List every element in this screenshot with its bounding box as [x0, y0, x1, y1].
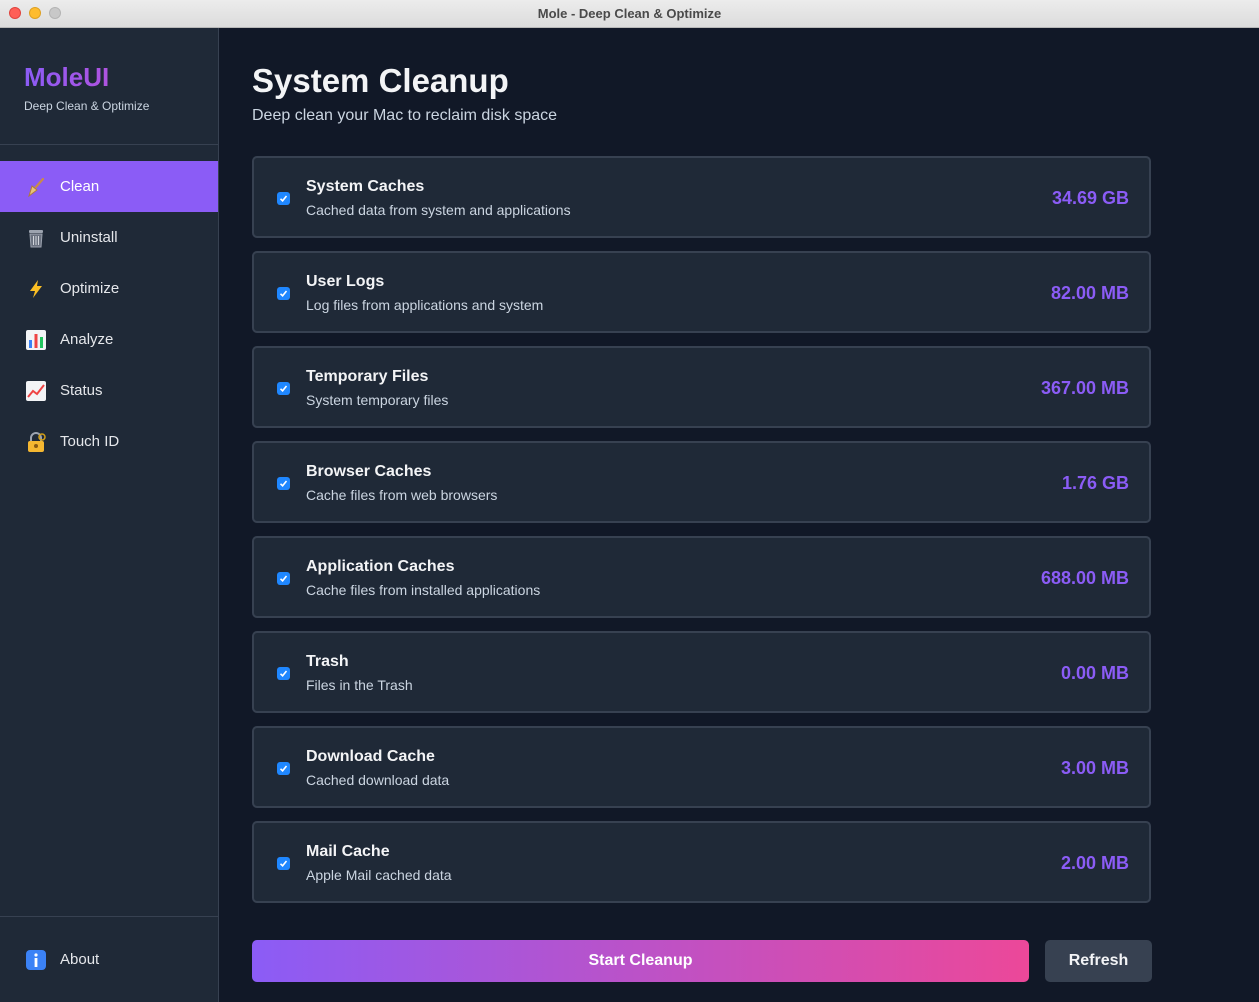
item-checkbox[interactable]	[277, 762, 290, 775]
cleanup-item[interactable]: Browser Caches Cache files from web brow…	[252, 441, 1151, 523]
sidebar-item-label: Analyze	[60, 331, 114, 348]
item-size: 0.00 MB	[1060, 663, 1129, 683]
item-title: User Logs	[306, 273, 385, 290]
cleanup-item[interactable]: Download Cache Cached download data 3.00…	[252, 726, 1151, 808]
lightning-icon	[24, 277, 48, 301]
item-description: Log files from applications and system	[306, 297, 544, 313]
item-size: 367.00 MB	[1040, 378, 1129, 398]
sidebar-item-clean[interactable]: Clean	[0, 161, 218, 212]
item-title: Trash	[306, 653, 349, 670]
line-chart-icon	[24, 379, 48, 403]
item-size: 82.00 MB	[1050, 283, 1129, 303]
item-size: 688.00 MB	[1040, 568, 1129, 588]
window-title: Mole - Deep Clean & Optimize	[537, 6, 722, 21]
item-checkbox[interactable]	[277, 667, 290, 680]
item-title: System Caches	[306, 178, 425, 195]
sidebar-item-about[interactable]: About	[0, 934, 218, 985]
item-description: Cache files from installed applications	[306, 582, 541, 598]
item-checkbox[interactable]	[277, 477, 290, 490]
item-description: Cache files from web browsers	[306, 487, 498, 503]
brand: MoleUI Deep Clean & Optimize	[24, 62, 149, 113]
sidebar-item-label: Optimize	[60, 280, 120, 297]
broom-icon	[24, 175, 48, 199]
sidebar-item-label: Status	[60, 382, 103, 399]
cleanup-item[interactable]: Mail Cache Apple Mail cached data 2.00 M…	[252, 821, 1151, 903]
cleanup-item[interactable]: User Logs Log files from applications an…	[252, 251, 1151, 333]
item-size: 3.00 MB	[1060, 758, 1129, 778]
sidebar-divider	[0, 144, 218, 145]
cleanup-item[interactable]: Application Caches Cache files from inst…	[252, 536, 1151, 618]
title-bar: Mole - Deep Clean & Optimize	[0, 0, 1259, 28]
cleanup-item[interactable]: System Caches Cached data from system an…	[252, 156, 1151, 238]
item-title: Mail Cache	[306, 843, 390, 860]
item-description: System temporary files	[306, 392, 449, 408]
item-checkbox[interactable]	[277, 192, 290, 205]
sidebar-item-optimize[interactable]: Optimize	[0, 263, 218, 314]
item-checkbox[interactable]	[277, 287, 290, 300]
sidebar-item-uninstall[interactable]: Uninstall	[0, 212, 218, 263]
lock-key-icon	[24, 430, 48, 454]
refresh-button[interactable]: Refresh	[1045, 940, 1152, 982]
item-title: Browser Caches	[306, 463, 432, 480]
item-checkbox[interactable]	[277, 382, 290, 395]
info-icon	[24, 948, 48, 972]
item-checkbox[interactable]	[277, 857, 290, 870]
sidebar-item-label: Touch ID	[60, 433, 120, 450]
start-cleanup-button[interactable]: Start Cleanup	[252, 940, 1029, 982]
sidebar-item-touch-id[interactable]: Touch ID	[0, 416, 218, 467]
app-window: Mole - Deep Clean & Optimize MoleUI Deep…	[0, 0, 1259, 1002]
cleanup-item[interactable]: Temporary Files System temporary files 3…	[252, 346, 1151, 428]
item-title: Temporary Files	[306, 368, 429, 385]
page-subtitle: Deep clean your Mac to reclaim disk spac…	[252, 107, 558, 124]
brand-subtitle: Deep Clean & Optimize	[24, 99, 150, 113]
item-size: 1.76 GB	[1061, 473, 1129, 493]
cleanup-item[interactable]: Trash Files in the Trash 0.00 MB	[252, 631, 1151, 713]
sidebar-item-label: Clean	[60, 178, 100, 195]
sidebar: MoleUI Deep Clean & Optimize Clean Unins…	[0, 28, 219, 1002]
sidebar-item-status[interactable]: Status	[0, 365, 218, 416]
item-title: Download Cache	[306, 748, 435, 765]
page-title: System Cleanup	[252, 62, 509, 99]
item-size: 2.00 MB	[1060, 853, 1129, 873]
item-description: Cached download data	[306, 772, 450, 788]
item-title: Application Caches	[306, 558, 455, 575]
sidebar-item-label: About	[60, 951, 100, 968]
trash-can-icon	[24, 226, 48, 250]
item-size: 34.69 GB	[1051, 188, 1129, 208]
item-description: Files in the Trash	[306, 677, 413, 693]
sidebar-item-analyze[interactable]: Analyze	[0, 314, 218, 365]
item-checkbox[interactable]	[277, 572, 290, 585]
item-description: Apple Mail cached data	[306, 867, 452, 883]
item-description: Cached data from system and applications	[306, 202, 571, 218]
sidebar-item-label: Uninstall	[60, 229, 118, 246]
bar-chart-icon	[24, 328, 48, 352]
main-content: System Cleanup Deep clean your Mac to re…	[219, 28, 1259, 1002]
brand-title: MoleUI	[24, 62, 149, 93]
sidebar-divider	[0, 916, 218, 917]
